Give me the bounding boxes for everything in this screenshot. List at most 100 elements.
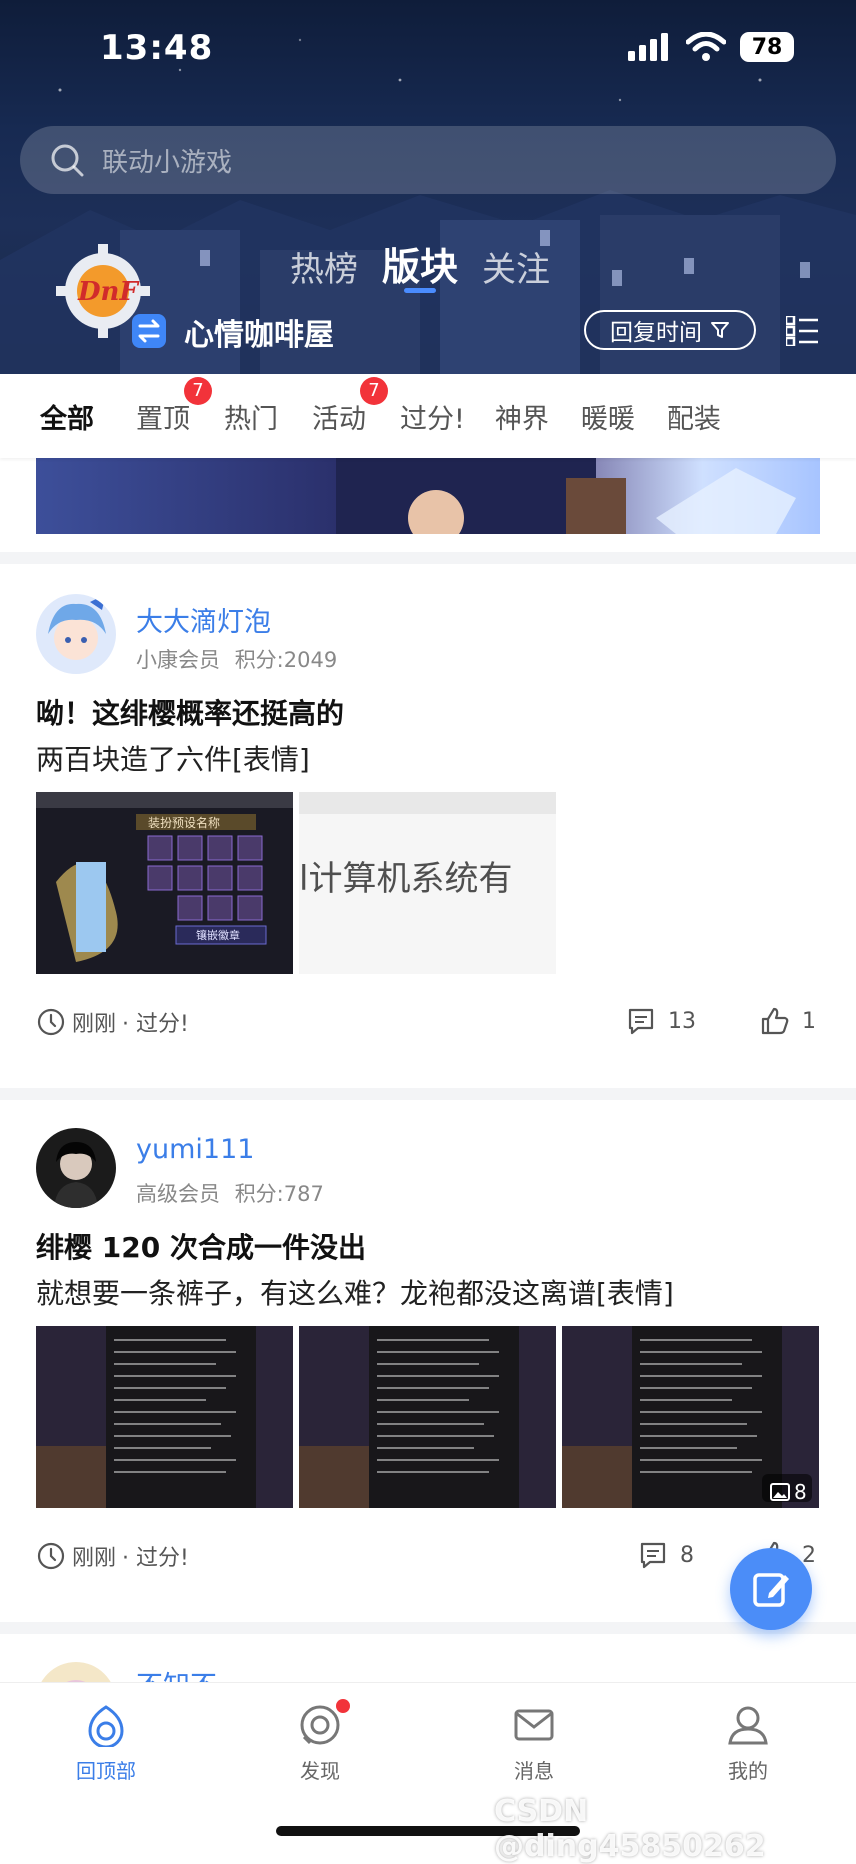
image-caption: l计算机系统有 (299, 859, 512, 899)
category-label: 暖暖 (580, 403, 635, 435)
post-footer: 刚刚 · 过分! 13 1 (36, 1006, 820, 1046)
member-points: 积分:787 (234, 1182, 324, 1206)
section-separator (0, 1088, 856, 1100)
post-image[interactable]: l计算机系统有 (299, 792, 556, 974)
profile-icon (728, 1706, 768, 1745)
compose-post-button[interactable] (730, 1548, 812, 1630)
battery-indicator: 78 (740, 32, 794, 62)
nav-messages[interactable]: 消息 (474, 1703, 594, 1784)
time-text: 刚刚 (72, 1012, 117, 1037)
image-caption: 镶嵌徽章 (196, 928, 240, 942)
discover-icon (300, 1705, 340, 1745)
tab-boards[interactable]: 版块 (382, 236, 458, 293)
post-time: 刚刚 · 过分! (36, 1540, 189, 1572)
category-hot[interactable]: 热门 (224, 397, 278, 436)
section-separator (0, 552, 856, 564)
category-nuannuan[interactable]: 暖暖 (581, 397, 635, 436)
nav-label: 发现 (300, 1759, 340, 1783)
nav-back-to-top[interactable]: 回顶部 (46, 1703, 166, 1784)
time-text: 刚刚 (72, 1546, 117, 1571)
avatar[interactable] (36, 1662, 116, 1682)
nav-label: 回顶部 (76, 1759, 136, 1783)
tab-hot-list[interactable]: 热榜 (290, 242, 358, 291)
image-icon (770, 1483, 790, 1501)
member-meta: 高级会员 积分:787 (136, 1178, 324, 1208)
search-placeholder: 联动小游戏 (102, 147, 233, 178)
post-body[interactable]: 两百块造了六件[表情] (36, 738, 310, 778)
tab-follow[interactable]: 关注 (482, 242, 550, 291)
avatar[interactable] (36, 594, 116, 674)
category-label: 热门 (224, 403, 278, 435)
nav-profile[interactable]: 我的 (688, 1703, 808, 1784)
watermark: CSDN @ding45850262 (494, 1794, 766, 1864)
post-card[interactable]: yumi111 高级会员 积分:787 绯樱 120 次合成一件没出 就想要一条… (0, 1100, 856, 1610)
post-card[interactable]: 大大滴灯泡 小康会员 积分:2049 呦！这绯樱概率还挺高的 两百块造了六件[表… (0, 564, 856, 1076)
comment-icon (628, 1008, 654, 1035)
section-separator (0, 1622, 856, 1634)
category-divine-realm[interactable]: 神界 (495, 397, 549, 436)
post-image[interactable]: 装扮预设名称 镶嵌徽章 (36, 792, 293, 974)
username[interactable]: yumi111 (136, 1134, 254, 1165)
forum-name[interactable]: 心情咖啡屋 (184, 310, 334, 354)
member-meta: 小康会员 积分:2049 (136, 644, 337, 674)
wifi-icon (686, 32, 726, 61)
like-count: 1 (802, 1008, 816, 1034)
username[interactable]: 大大滴灯泡 (136, 600, 271, 639)
list-layout-icon[interactable] (786, 316, 818, 346)
board-text: · 过分! (122, 1546, 189, 1571)
edit-icon (753, 1573, 789, 1607)
post-title[interactable]: 绯樱 120 次合成一件没出 (36, 1226, 366, 1266)
comment-count: 13 (668, 1008, 696, 1034)
image-count: 8 (794, 1480, 807, 1504)
category-label: 活动 (312, 403, 366, 435)
category-bar: 全部 置顶 7 热门 活动 7 过分! 神界 暖暖 配装 (0, 374, 856, 458)
count-badge: 7 (184, 376, 212, 405)
post-body[interactable]: 就想要一条裤子，有这么难？龙袍都没这离谱[表情] (36, 1272, 674, 1312)
category-events[interactable]: 活动 7 (312, 376, 388, 436)
post-image[interactable] (299, 1326, 556, 1508)
member-points: 积分:2049 (234, 648, 338, 672)
image-caption: 装扮预设名称 (148, 815, 220, 830)
comment-count: 8 (680, 1542, 694, 1568)
nav-label: 我的 (728, 1759, 768, 1783)
count-badge: 7 (360, 376, 388, 405)
like-count: 2 (802, 1542, 816, 1568)
post-footer: 刚刚 · 过分! 8 2 (36, 1540, 820, 1580)
post-card[interactable]: 不知不 (0, 1634, 856, 1682)
post-time: 刚刚 · 过分! (36, 1006, 189, 1038)
thumbs-up-icon (761, 1007, 789, 1035)
category-too-much[interactable]: 过分! (400, 397, 465, 436)
signal-icon (628, 33, 668, 61)
header-tabs: 热榜 版块 关注 (290, 236, 550, 293)
clock-icon (37, 1008, 65, 1036)
category-gear-setup[interactable]: 配装 (667, 397, 721, 436)
comment-button[interactable]: 13 (626, 1006, 696, 1036)
member-level: 高级会员 (136, 1182, 220, 1206)
category-label: 神界 (494, 403, 549, 435)
forum-header: 13:48 78 联动小游戏 DnF 热榜 版块 关注 心情咖啡屋 回复时间 (0, 0, 856, 374)
clock-icon (37, 1542, 65, 1570)
post-title[interactable]: 呦！这绯樱概率还挺高的 (36, 692, 344, 732)
comment-icon (640, 1542, 666, 1569)
like-button[interactable]: 1 (760, 1006, 816, 1036)
avatar[interactable] (36, 1128, 116, 1208)
username[interactable]: 不知不 (136, 1664, 217, 1682)
comment-button[interactable]: 8 (638, 1540, 694, 1570)
sort-by-reply-time-button[interactable]: 回复时间 (584, 310, 756, 350)
nav-discover[interactable]: 发现 (260, 1699, 380, 1784)
board-text: · 过分! (122, 1012, 189, 1037)
post-image[interactable] (36, 1326, 293, 1508)
status-time: 13:48 (100, 28, 214, 68)
category-all[interactable]: 全部 (40, 397, 94, 436)
search-bar[interactable]: 联动小游戏 (20, 126, 836, 194)
category-pinned[interactable]: 置顶 7 (136, 376, 212, 436)
sort-label: 回复时间 (610, 320, 702, 346)
category-label: 配装 (666, 403, 721, 435)
filter-icon (711, 322, 729, 338)
switch-forum-icon[interactable] (132, 314, 166, 348)
status-icons: 78 (628, 32, 794, 62)
nav-label: 消息 (514, 1759, 554, 1783)
promo-banner[interactable] (36, 458, 820, 534)
category-label: 置顶 (136, 403, 190, 435)
image-count-badge: 8 (770, 1480, 807, 1504)
